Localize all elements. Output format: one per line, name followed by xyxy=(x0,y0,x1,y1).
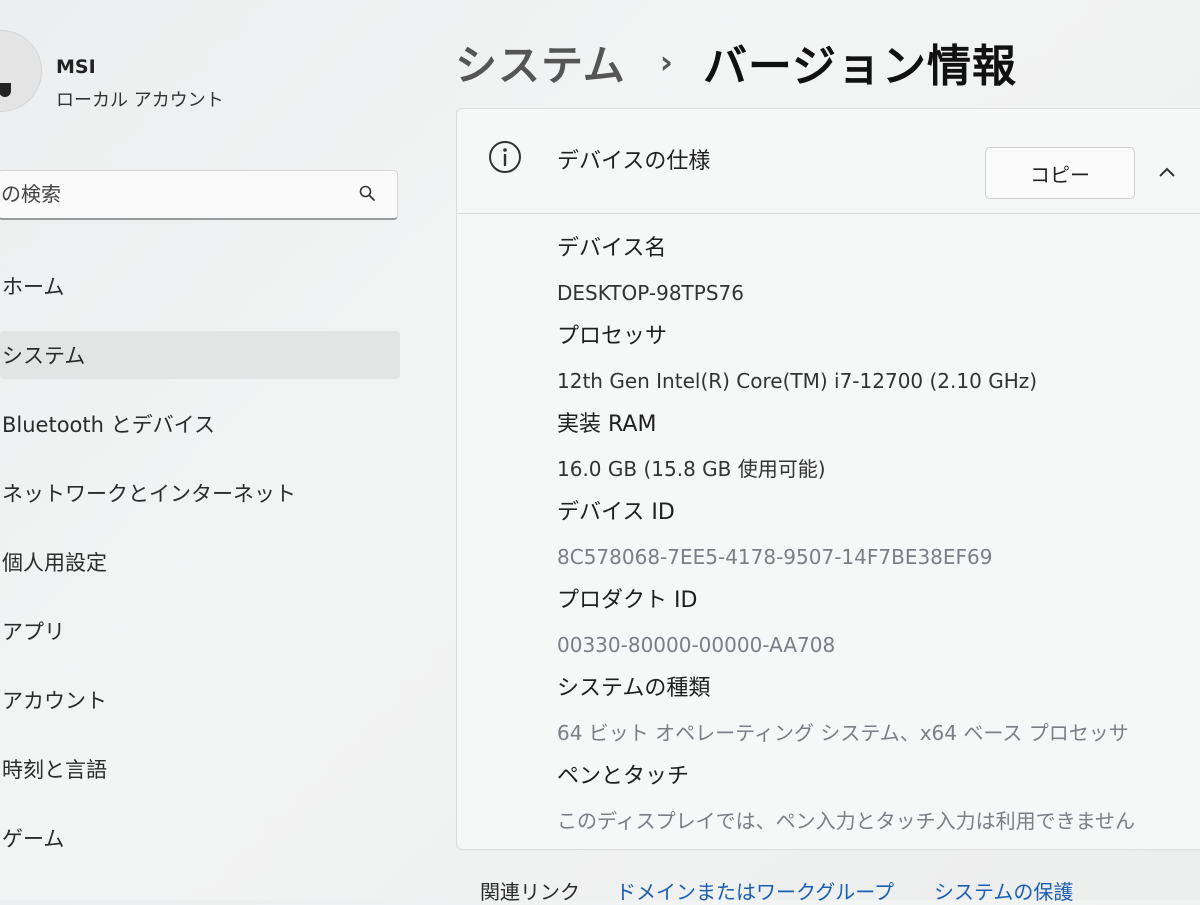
search-input[interactable] xyxy=(0,171,341,217)
sidebar-item-bluetooth-devices[interactable]: Bluetooth とデバイス xyxy=(0,400,400,448)
breadcrumb-separator: › xyxy=(659,43,673,81)
settings-search-box[interactable] xyxy=(0,170,398,220)
spec-label-system-type: システムの種類 xyxy=(557,676,711,701)
device-specs-title: デバイスの仕様 xyxy=(557,149,711,174)
device-specs-card: デバイスの仕様 コピー デバイス名 DESKTOP-98TPS76 プロセッサ … xyxy=(456,108,1200,850)
spec-value-product-id: 00330-80000-00000-AA708 xyxy=(557,633,836,657)
link-domain-workgroup[interactable]: ドメインまたはワークグループ xyxy=(616,876,894,905)
spec-label-device-id: デバイス ID xyxy=(557,500,675,525)
sidebar-item-home[interactable]: ホーム xyxy=(0,262,400,310)
device-specs-header[interactable]: デバイスの仕様 コピー xyxy=(457,109,1200,214)
sidebar-nav: ホーム システム Bluetooth とデバイス ネットワークとインターネット … xyxy=(0,262,400,883)
spec-value-device-name: DESKTOP-98TPS76 xyxy=(557,281,744,305)
spec-list: デバイス名 DESKTOP-98TPS76 プロセッサ 12th Gen Int… xyxy=(557,227,1177,843)
spec-value-pen-touch: このディスプレイでは、ペン入力とタッチ入力は利用できません xyxy=(557,809,1135,833)
spec-label-processor: プロセッサ xyxy=(557,324,668,349)
spec-value-installed-ram: 16.0 GB (15.8 GB 使用可能) xyxy=(557,457,826,481)
sidebar-item-apps[interactable]: アプリ xyxy=(0,607,400,655)
info-icon xyxy=(489,141,521,173)
spec-value-system-type: 64 ビット オペレーティング システム、x64 ベース プロセッサ xyxy=(557,721,1129,745)
spec-value-processor: 12th Gen Intel(R) Core(TM) i7-12700 (2.1… xyxy=(557,369,1038,393)
link-system-protection[interactable]: システムの保護 xyxy=(934,876,1073,905)
spec-label-product-id: プロダクト ID xyxy=(557,588,698,613)
spec-label-installed-ram: 実装 RAM xyxy=(557,412,657,437)
sidebar-item-accounts[interactable]: アカウント xyxy=(0,676,400,724)
page-title: バージョン情報 xyxy=(702,41,1018,92)
account-type: ローカル アカウント xyxy=(56,90,224,111)
user-avatar[interactable] xyxy=(0,30,42,112)
sidebar-item-gaming[interactable]: ゲーム xyxy=(0,814,400,862)
sidebar-item-system[interactable]: システム xyxy=(0,331,400,379)
related-links-label: 関連リンク xyxy=(480,880,580,904)
sidebar-item-network-internet[interactable]: ネットワークとインターネット xyxy=(0,469,400,517)
spec-label-device-name: デバイス名 xyxy=(557,236,667,261)
account-name: MSI xyxy=(56,56,96,78)
search-icon[interactable] xyxy=(359,185,375,201)
breadcrumb-parent[interactable]: システム xyxy=(455,32,626,93)
sidebar-item-time-language[interactable]: 時刻と言語 xyxy=(0,745,400,793)
related-links: 関連リンク ドメインまたはワークグループ システムの保護 xyxy=(480,876,1113,905)
copy-button[interactable]: コピー xyxy=(985,147,1135,199)
breadcrumb: システム › バージョン情報 xyxy=(455,30,1017,94)
chevron-up-icon[interactable] xyxy=(1157,165,1177,179)
spec-label-pen-touch: ペンとタッチ xyxy=(557,764,690,789)
spec-value-device-id: 8C578068-7EE5-4178-9507-14F7BE38EF69 xyxy=(557,545,993,569)
sidebar-item-personalization[interactable]: 個人用設定 xyxy=(0,538,400,586)
